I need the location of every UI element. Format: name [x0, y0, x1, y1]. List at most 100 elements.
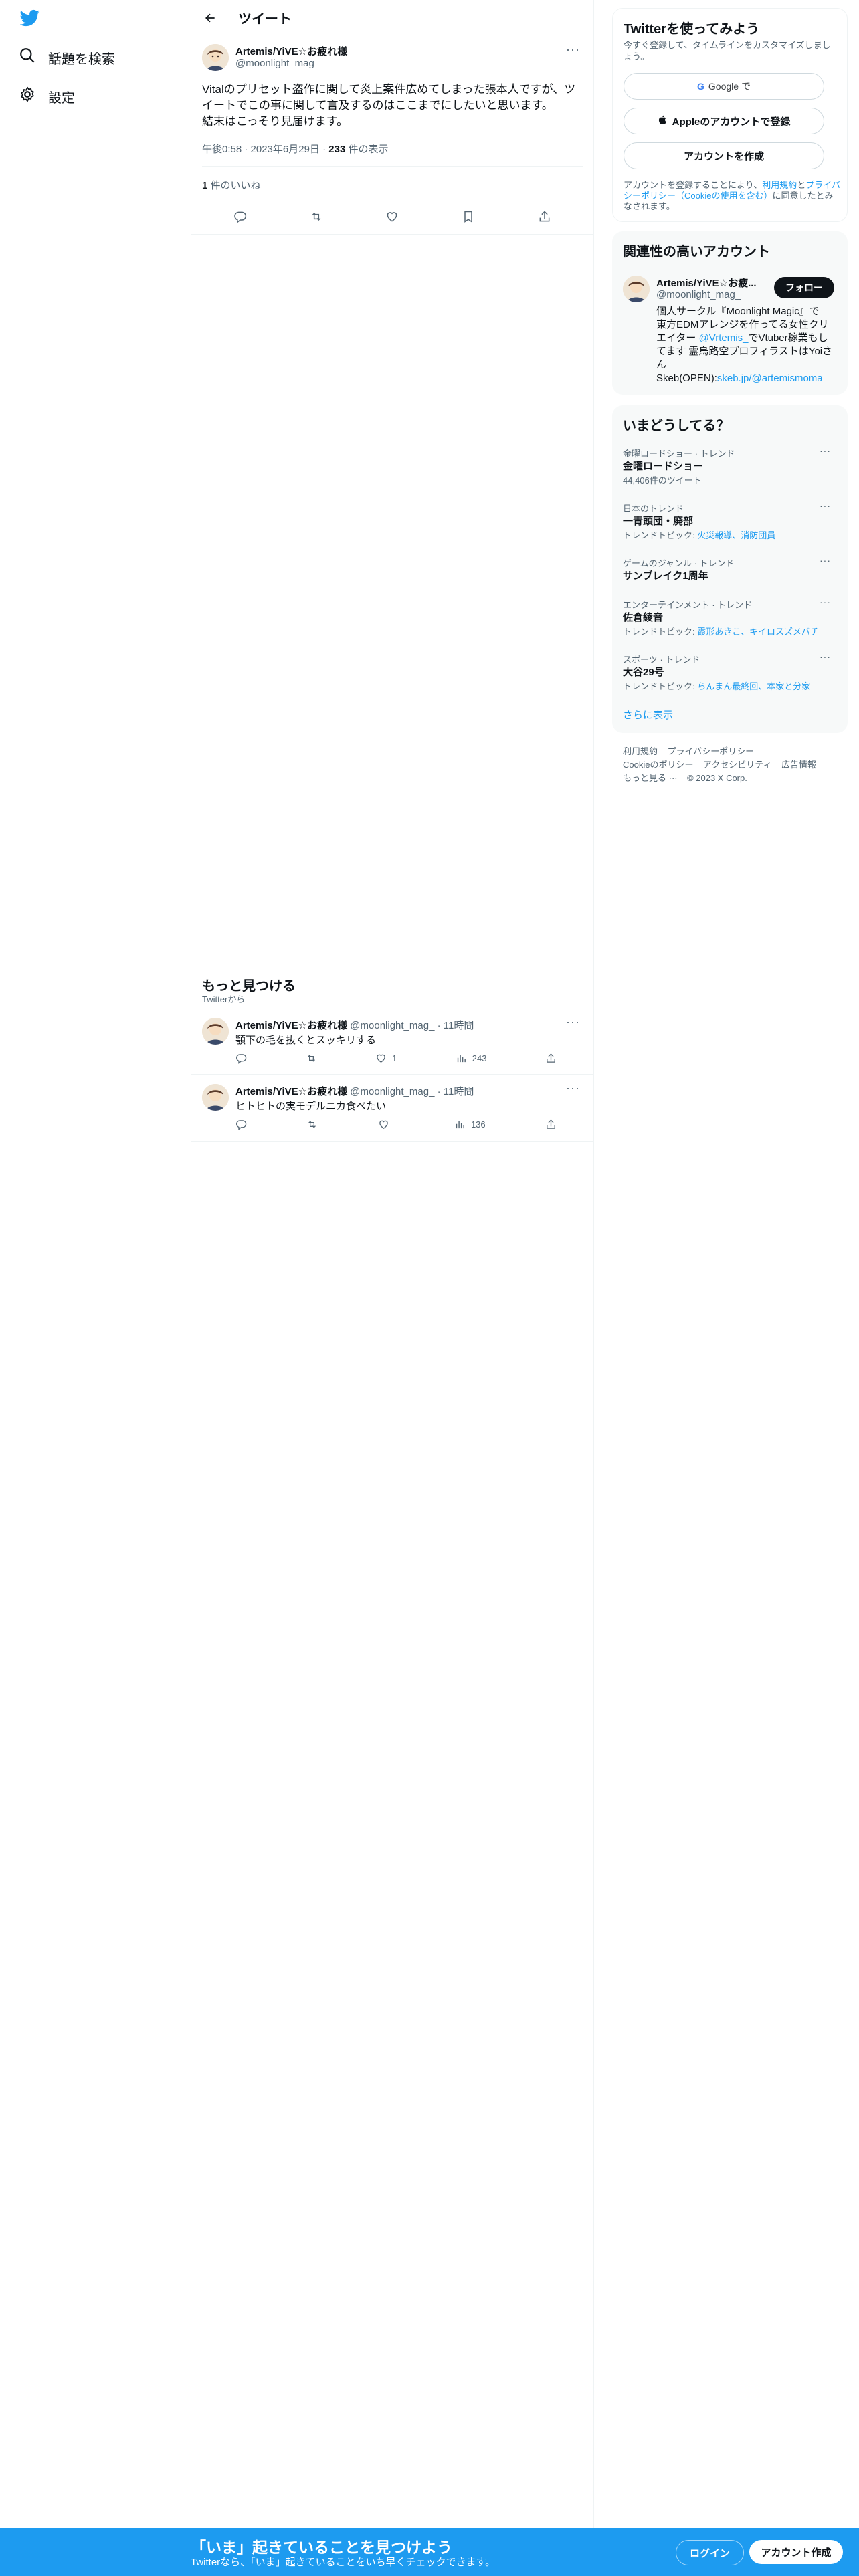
views-count: 243 [472, 1053, 487, 1063]
trend-item[interactable]: スポーツ · トレンド 大谷29号 トレンドトピック: らんまん最終回、本家と分… [612, 646, 848, 694]
retweet-icon[interactable] [306, 1119, 318, 1130]
likes-label: 件のいいね [207, 180, 261, 191]
nav-settings-label: 設定 [48, 90, 75, 106]
tweet-text: ヒトヒトの実モデルニカ食べたい [235, 1101, 387, 1112]
google-signup-button[interactable]: G Google で [624, 73, 824, 100]
reply-icon[interactable] [233, 210, 247, 227]
more-options-icon[interactable]: ··· [820, 555, 831, 566]
trend-item[interactable]: 金曜ロードショー · トレンド 金曜ロードショー 44,406件のツイート ··… [612, 440, 848, 488]
avatar[interactable] [623, 276, 650, 302]
footer-links: 利用規約 プライバシーポリシー Cookieのポリシー アクセシビリティ 広告情… [623, 745, 844, 785]
trend-item[interactable]: エンターテインメント · トレンド 佐倉綾音 トレンドトピック: 霞形あきこ、キ… [612, 591, 848, 639]
trend-sub-prefix: 44,406件のツイート [623, 475, 702, 486]
views-button[interactable]: 243 [456, 1053, 487, 1064]
more-options-icon[interactable]: ··· [566, 43, 580, 57]
likes-summary[interactable]: 1 件のいいね [202, 178, 261, 192]
nav-search[interactable]: 話題を検索 [19, 47, 115, 68]
more-options-icon[interactable]: ··· [820, 445, 831, 456]
footer-ads-link[interactable]: 広告情報 [781, 760, 816, 770]
trend-sub-links[interactable]: 霞形あきこ、キイロスズメバチ [697, 627, 819, 637]
tweet-actions: 1 243 [235, 1053, 557, 1064]
apple-signup-button[interactable]: Appleのアカウントで登録 [624, 108, 824, 134]
avatar[interactable] [202, 44, 229, 71]
avatar[interactable] [202, 1084, 229, 1111]
bottombar-subtitle: Twitterなら、「いま」起きていることをいち早くチェックできます。 [191, 2557, 496, 2568]
trend-item[interactable]: ゲームのジャンル · トレンド サンブレイク1周年 ··· [612, 550, 848, 590]
views-count: 233 [328, 144, 346, 155]
login-button[interactable]: ログイン [676, 2540, 744, 2565]
like-button[interactable] [378, 1119, 395, 1130]
signup-subtitle: 今すぐ登録して、タイムラインをカスタマイズしましょう。 [624, 40, 831, 62]
show-more-link[interactable]: さらに表示 [623, 708, 673, 722]
bio-line: 個人サークル『Moonlight Magic』で [656, 306, 820, 317]
views-button[interactable]: 136 [454, 1119, 486, 1130]
follow-button[interactable]: フォロー [774, 277, 834, 298]
tweet-actions: 136 [235, 1119, 557, 1130]
reply-icon[interactable] [235, 1119, 247, 1130]
left-navigation: 話題を検索 設定 [0, 0, 191, 2576]
tweet-author-name[interactable]: Artemis/YiVE☆お疲れ様 [235, 1086, 347, 1097]
list-item[interactable]: Artemis/YiVE☆お疲れ様 @moonlight_mag_ · 11時間… [191, 1075, 593, 1140]
terms-text: アカウントを登録することにより、 [624, 180, 763, 190]
tweet-time[interactable]: · 11時間 [438, 1020, 474, 1031]
terms-text: と [797, 180, 806, 190]
terms-link[interactable]: 利用規約 [762, 180, 797, 190]
signup-button[interactable]: アカウント作成 [749, 2540, 843, 2564]
bio-line: 東方EDMアレンジを作ってる女性クリ [656, 319, 829, 330]
list-item[interactable]: Artemis/YiVE☆お疲れ様 @moonlight_mag_ · 11時間… [191, 1008, 593, 1074]
bio-url-link[interactable]: skeb.jp/@artemismoma [717, 372, 823, 384]
tweet-timestamp[interactable]: 午後0:58 · 2023年6月29日 · [202, 144, 328, 155]
tweet-author-name[interactable]: Artemis/YiVE☆お疲れ様 [235, 44, 347, 58]
tweet-time[interactable]: · 11時間 [438, 1086, 474, 1097]
trend-sub-links[interactable]: らんまん最終回、本家と分家 [697, 681, 810, 691]
more-options-icon[interactable]: ··· [566, 1081, 580, 1095]
trend-subtext: 44,406件のツイート [623, 473, 702, 486]
reply-icon[interactable] [235, 1053, 247, 1064]
tweet-author-handle[interactable]: @moonlight_mag_ [235, 58, 320, 69]
share-icon[interactable] [538, 210, 551, 227]
tweet-author-handle[interactable]: @moonlight_mag_ [350, 1086, 434, 1097]
more-options-icon[interactable]: ··· [820, 651, 831, 662]
avatar[interactable] [202, 1018, 229, 1045]
trend-sub-links[interactable]: 火災報導、消防団員 [697, 530, 775, 540]
like-icon [377, 1054, 385, 1063]
bio-line: てます 霊烏路空プロフィラストはYoiさ [656, 346, 833, 357]
tweet-author-handle[interactable]: @moonlight_mag_ [350, 1020, 434, 1031]
trend-category: ゲームのジャンル · トレンド [623, 558, 735, 568]
signup-title: Twitterを使ってみよう [624, 22, 760, 37]
related-title: 関連性の高いアカウント [623, 245, 770, 259]
share-icon[interactable] [545, 1053, 557, 1064]
discover-subtitle: Twitterから [202, 994, 246, 1004]
more-options-icon[interactable]: ··· [820, 500, 831, 511]
footer-terms-link[interactable]: 利用規約 [623, 746, 658, 756]
retweet-icon[interactable] [310, 210, 323, 227]
nav-settings[interactable]: 設定 [19, 86, 75, 107]
like-icon[interactable] [385, 210, 399, 227]
retweet-icon[interactable] [306, 1053, 317, 1064]
cookie-link[interactable]: （Cookieの使用を含む） [676, 191, 772, 201]
more-options-icon[interactable]: ··· [820, 597, 831, 607]
bio-mention-link[interactable]: @Vrtemis_ [699, 332, 749, 344]
trend-sub-prefix: トレンドトピック: [623, 530, 698, 540]
trend-item[interactable]: 日本のトレンド 一青頭団・廃部 トレンドトピック: 火災報導、消防団員 ··· [612, 495, 848, 543]
trends-title: いまどうしてる？ [623, 419, 730, 433]
footer-accessibility-link[interactable]: アクセシビリティ [703, 760, 772, 770]
tweet-author-name[interactable]: Artemis/YiVE☆お疲れ様 [235, 1020, 347, 1031]
tweet-text-line: イートでこの事に関して言及するのはここまでにしたいと思います。 [202, 99, 553, 112]
google-icon: G [697, 81, 704, 92]
like-button[interactable]: 1 [375, 1053, 397, 1064]
back-arrow-icon[interactable] [203, 11, 217, 25]
related-account-handle[interactable]: @moonlight_mag_ [656, 289, 741, 300]
bookmark-icon[interactable] [462, 210, 475, 227]
footer-cookie-link[interactable]: Cookieのポリシー [623, 760, 693, 770]
twitter-logo-icon[interactable] [19, 8, 40, 28]
footer-privacy-link[interactable]: プライバシーポリシー [667, 746, 754, 756]
more-options-icon[interactable]: ··· [566, 1015, 580, 1029]
views-label: 件の表示 [345, 144, 389, 155]
related-account-name[interactable]: Artemis/YiVE☆お疲... [656, 276, 757, 290]
create-account-button[interactable]: アカウントを作成 [624, 142, 824, 169]
share-icon[interactable] [545, 1119, 557, 1130]
page-title: ツイート [238, 12, 292, 27]
footer-more-link[interactable]: もっと見る ··· [623, 773, 678, 783]
tweet-meta: 午後0:58 · 2023年6月29日 · 233 件の表示 [202, 142, 388, 156]
